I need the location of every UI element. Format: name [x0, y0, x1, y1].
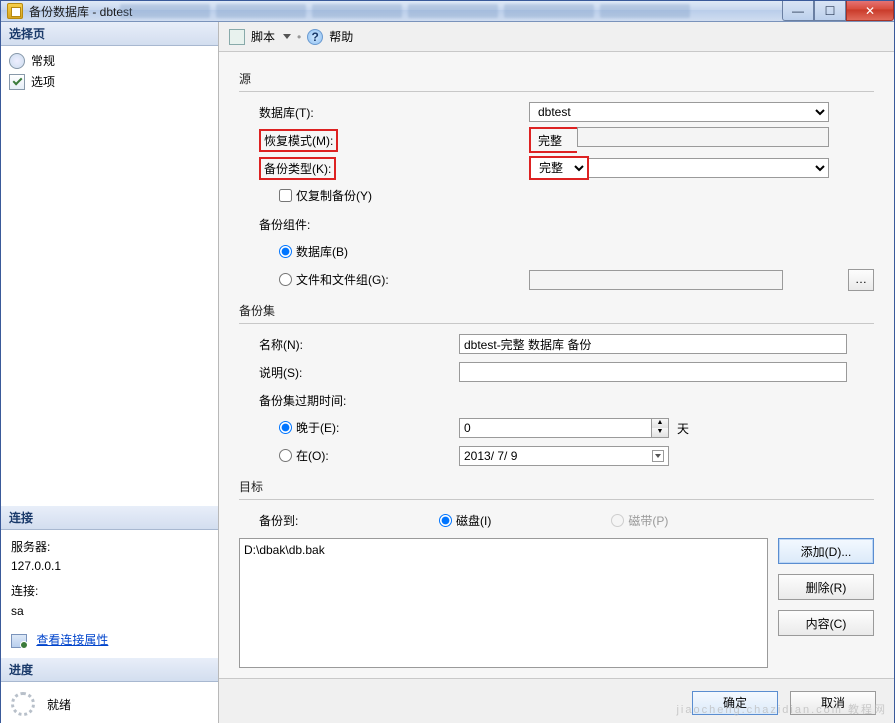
expire-on-radio[interactable]: 在(O): — [279, 447, 329, 464]
window-titlebar: 备份数据库 - dbtest — ☐ ✕ — [1, 1, 894, 22]
expire-label: 备份集过期时间: — [239, 392, 529, 409]
component-files-radio[interactable]: 文件和文件组(G): — [279, 271, 389, 288]
expire-after-value[interactable] — [459, 418, 651, 438]
help-icon: ? — [307, 29, 323, 45]
progress-status: 就绪 — [47, 696, 71, 713]
contents-button[interactable]: 内容(C) — [778, 610, 874, 636]
filegroups-browse-button[interactable]: … — [848, 269, 874, 291]
component-database-radio[interactable]: 数据库(B) — [279, 243, 348, 260]
expire-after-radio[interactable]: 晚于(E): — [279, 419, 339, 436]
view-connection-properties-link[interactable]: 查看连接属性 — [36, 633, 108, 647]
expire-after-label: 晚于(E): — [296, 419, 339, 436]
expire-after-unit: 天 — [677, 420, 689, 437]
backup-type-select[interactable] — [589, 158, 829, 178]
nav-item-general[interactable]: 常规 — [1, 50, 218, 71]
backup-component-label: 备份组件: — [239, 216, 529, 233]
script-dropdown[interactable]: 脚本 — [251, 28, 275, 45]
gear-icon — [9, 53, 25, 69]
copy-only-label: 仅复制备份(Y) — [296, 187, 372, 204]
recovery-model-label: 恢复模式(M): — [259, 129, 338, 152]
group-source-title: 源 — [239, 70, 874, 87]
options-icon — [9, 74, 25, 90]
server-label: 服务器: — [11, 538, 208, 557]
server-value: 127.0.0.1 — [11, 557, 208, 576]
window-maximize-button[interactable]: ☐ — [814, 1, 846, 21]
name-label: 名称(N): — [239, 336, 459, 353]
calendar-dropdown-icon[interactable] — [652, 450, 664, 462]
dest-tape-label: 磁带(P) — [628, 512, 668, 529]
recovery-model-field-rest — [577, 127, 829, 147]
window-close-button[interactable]: ✕ — [846, 1, 894, 21]
group-backupset-title: 备份集 — [239, 302, 874, 319]
description-label: 说明(S): — [239, 364, 459, 381]
dest-disk-radio[interactable]: 磁盘(I) — [439, 512, 491, 529]
connection-label: 连接: — [11, 582, 208, 601]
backup-type-label: 备份类型(K): — [259, 157, 336, 180]
nav-item-options[interactable]: 选项 — [1, 71, 218, 92]
database-select[interactable]: dbtest — [529, 102, 829, 122]
connection-header: 连接 — [1, 506, 218, 530]
name-input[interactable] — [459, 334, 847, 354]
background-blur — [120, 4, 690, 24]
expire-on-value: 2013/ 7/ 9 — [464, 449, 517, 463]
backup-to-label: 备份到: — [239, 512, 439, 529]
chevron-down-icon[interactable] — [283, 34, 291, 39]
ok-button[interactable]: 确定 — [692, 691, 778, 715]
script-icon — [229, 29, 245, 45]
expire-on-label: 在(O): — [296, 447, 329, 464]
help-button[interactable]: 帮助 — [329, 28, 353, 45]
backup-type-select-highlight[interactable]: 完整 — [531, 158, 587, 178]
copy-only-checkbox[interactable]: 仅复制备份(Y) — [279, 187, 372, 204]
destination-path[interactable]: D:\dbak\db.bak — [244, 543, 763, 557]
window-minimize-button[interactable]: — — [782, 1, 814, 21]
select-page-header: 选择页 — [1, 22, 218, 46]
progress-header: 进度 — [1, 658, 218, 682]
component-files-label: 文件和文件组(G): — [296, 271, 389, 288]
cancel-button[interactable]: 取消 — [790, 691, 876, 715]
divider — [239, 91, 874, 92]
connection-value: sa — [11, 602, 208, 621]
expire-on-datepicker[interactable]: 2013/ 7/ 9 — [459, 446, 669, 466]
filegroups-field — [529, 270, 783, 290]
description-input[interactable] — [459, 362, 847, 382]
spinner-buttons[interactable]: ▲▼ — [651, 418, 669, 438]
component-database-label: 数据库(B) — [296, 243, 348, 260]
group-destination-title: 目标 — [239, 478, 874, 495]
nav-item-label: 常规 — [31, 52, 55, 69]
connection-properties-icon — [11, 634, 27, 648]
app-icon — [7, 3, 23, 19]
dest-disk-label: 磁盘(I) — [456, 512, 491, 529]
remove-destination-button[interactable]: 删除(R) — [778, 574, 874, 600]
window-title: 备份数据库 - dbtest — [29, 3, 132, 20]
progress-spinner-icon — [11, 692, 35, 716]
recovery-model-value — [534, 130, 574, 150]
divider — [239, 323, 874, 324]
database-label: 数据库(T): — [239, 104, 529, 121]
dest-tape-radio: 磁带(P) — [611, 512, 668, 529]
add-destination-button[interactable]: 添加(D)... — [778, 538, 874, 564]
nav-item-label: 选项 — [31, 73, 55, 90]
divider — [239, 499, 874, 500]
destination-listbox[interactable]: D:\dbak\db.bak — [239, 538, 768, 668]
